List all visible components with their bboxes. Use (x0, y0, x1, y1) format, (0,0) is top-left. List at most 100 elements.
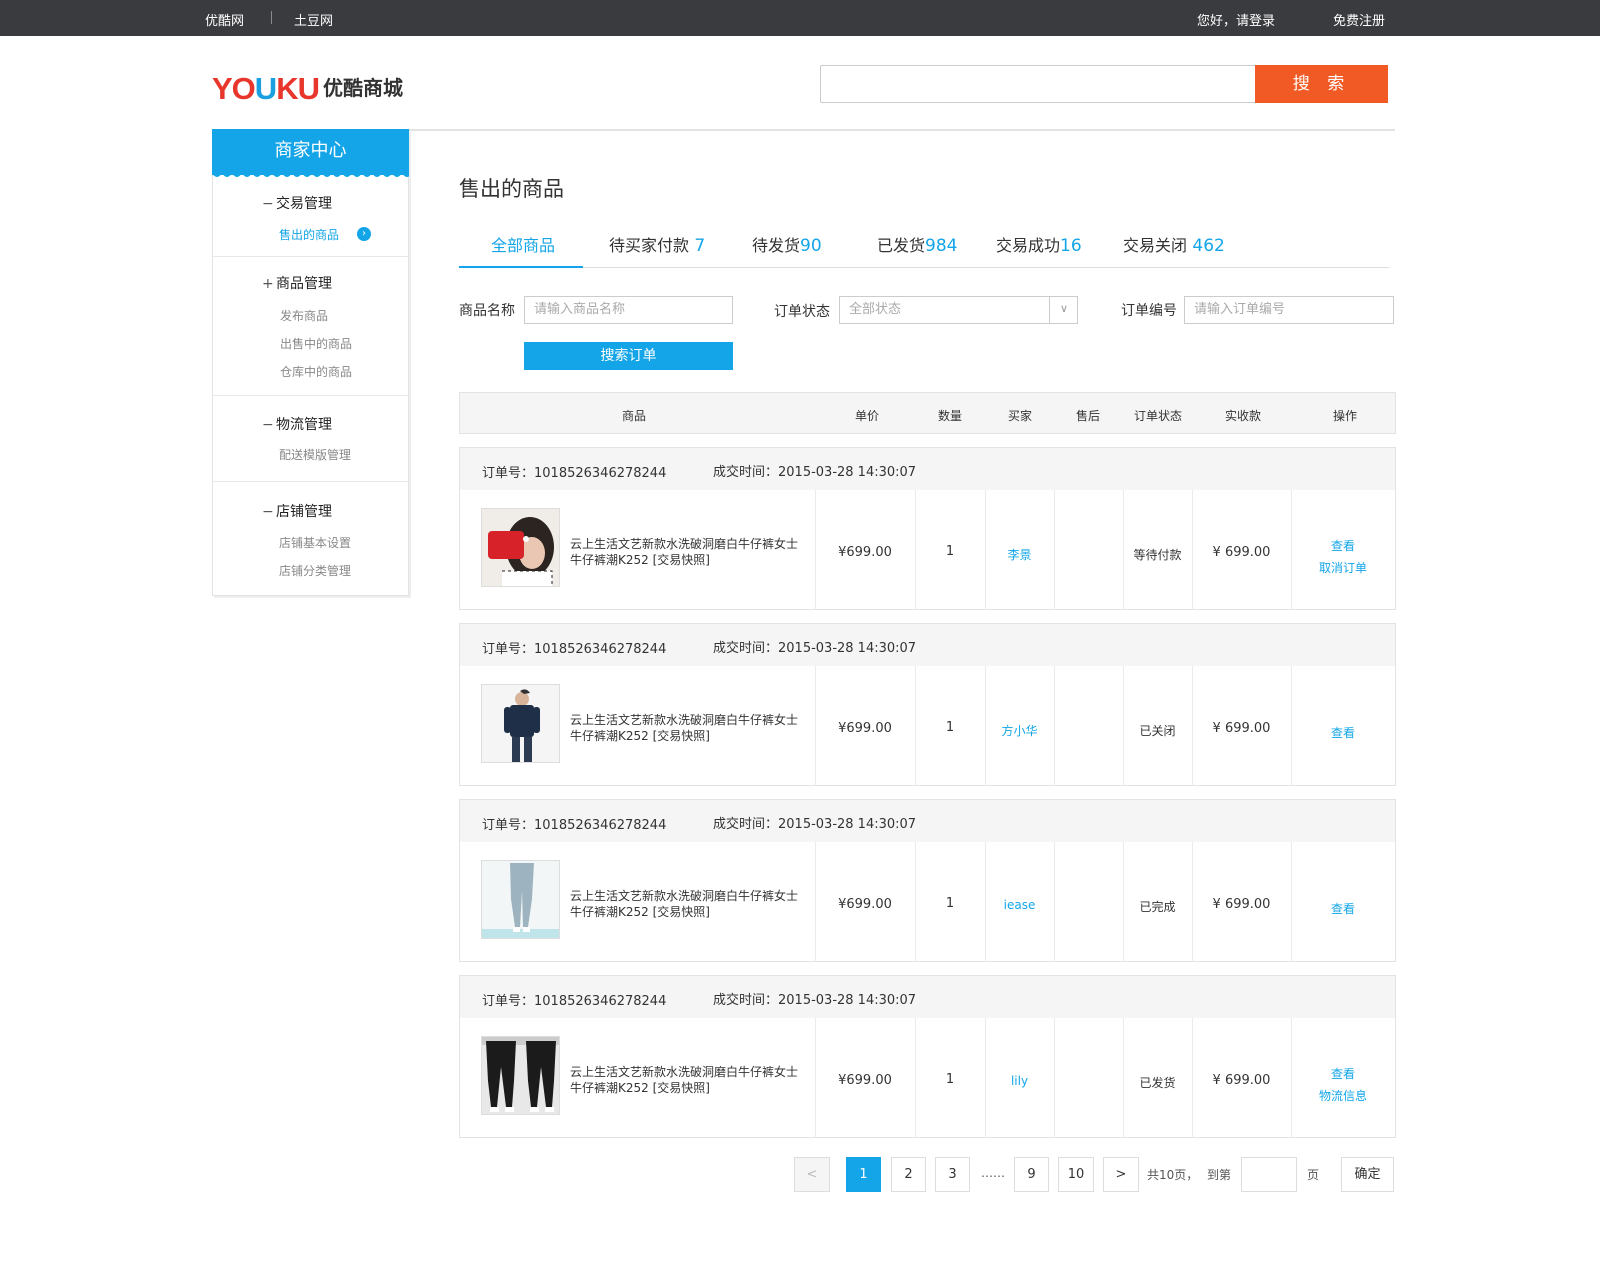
register-link[interactable]: 免费注册 (1333, 10, 1385, 29)
tab-awaiting-payment[interactable]: 待买家付款 7 (609, 232, 705, 256)
buyer-link[interactable]: lily (985, 1074, 1054, 1088)
tab-shipped[interactable]: 已发货984 (877, 232, 957, 256)
order-time: 成交时间：2015-03-28 14:30:07 (713, 641, 917, 656)
order-status: 已完成 (1139, 900, 1176, 914)
active-tab-indicator (459, 266, 583, 268)
merchant-center-header: 商家中心 (212, 129, 409, 177)
product-name-link[interactable]: 云上生活文艺新款水洗破洞磨白牛仔裤女士牛仔裤潮K252 [交易快照] (570, 536, 806, 568)
column-divider (1054, 490, 1055, 610)
sidebar-item-warehouse[interactable]: 仓库中的商品 (280, 363, 352, 380)
sidebar-item-sold-goods[interactable]: 售出的商品 (279, 226, 339, 243)
column-header: 订单状态 (1134, 409, 1183, 423)
header-divider (408, 129, 1395, 131)
sidebar-group-goods[interactable]: + 商品管理 (262, 273, 332, 293)
column-header: 操作 (1333, 409, 1358, 423)
youku-mall-logo[interactable]: YOUKU 优酷商城 (212, 64, 403, 104)
chevron-down-icon[interactable]: ∨ (1049, 296, 1078, 324)
page-2-button[interactable]: 2 (891, 1157, 926, 1192)
wave-border-icon (212, 173, 409, 177)
sidebar-divider (213, 395, 408, 396)
collapse-icon: − (262, 417, 274, 433)
product-name-link[interactable]: 云上生活文艺新款水洗破洞磨白牛仔裤女士牛仔裤潮K252 [交易快照] (570, 1064, 806, 1096)
view-order-link[interactable]: 查看 (1291, 898, 1395, 920)
sidebar-group-trade[interactable]: − 交易管理 (262, 193, 332, 213)
tudou-site-link[interactable]: 土豆网 (294, 10, 333, 29)
search-input[interactable] (820, 65, 1256, 103)
order-number-input[interactable]: 请输入订单编号 (1184, 296, 1394, 324)
total-pages-text: 共10页， (1147, 1168, 1199, 1182)
goto-page-input[interactable] (1241, 1157, 1297, 1192)
tab-closed[interactable]: 交易关闭 462 (1123, 232, 1225, 256)
order-status-label: 订单状态 (774, 304, 830, 320)
column-header: 单价 (855, 409, 880, 423)
logistics-info-link[interactable]: 物流信息 (1291, 1085, 1395, 1107)
search-button[interactable]: 搜 索 (1255, 65, 1388, 103)
sidebar-item-publish[interactable]: 发布商品 (280, 307, 328, 324)
sidebar-item-on-sale[interactable]: 出售中的商品 (280, 335, 352, 352)
product-thumbnail[interactable] (481, 508, 560, 587)
search-orders-button[interactable]: 搜索订单 (524, 342, 733, 370)
product-thumbnail[interactable] (481, 1036, 560, 1115)
sidebar-item-delivery-template[interactable]: 配送模版管理 (279, 446, 351, 463)
sidebar-item-shop-settings[interactable]: 店铺基本设置 (279, 534, 351, 551)
tab-all[interactable]: 全部商品 (491, 232, 555, 256)
product-thumbnail[interactable] (481, 684, 560, 763)
order-number: 订单号：1018526346278244 (482, 642, 667, 657)
order-status: 已关闭 (1139, 724, 1176, 738)
order-number: 订单号：1018526346278244 (482, 466, 667, 481)
view-order-link[interactable]: 查看 (1291, 535, 1395, 557)
sidebar-group-logistics[interactable]: − 物流管理 (262, 414, 332, 434)
quantity: 1 (945, 1072, 955, 1087)
product-name-link[interactable]: 云上生活文艺新款水洗破洞磨白牛仔裤女士牛仔裤潮K252 [交易快照] (570, 888, 806, 920)
tab-awaiting-shipment[interactable]: 待发货90 (752, 232, 822, 256)
order-block: 订单号：1018526346278244 成交时间：2015-03-28 14:3… (459, 975, 1396, 1138)
login-link[interactable]: 您好，请登录 (1197, 10, 1275, 29)
table-header: 商品 单价 数量 买家 售后 订单状态 实收款 操作 (459, 392, 1396, 434)
next-page-button[interactable]: > (1103, 1157, 1139, 1192)
order-header: 订单号：1018526346278244 成交时间：2015-03-28 14:3… (460, 624, 1395, 666)
pagination-ellipsis: …… (981, 1166, 1005, 1180)
paid-amount: ¥ 699.00 (1212, 1073, 1271, 1088)
unit-price: ¥699.00 (838, 1073, 892, 1088)
order-time: 成交时间：2015-03-28 14:30:07 (713, 817, 917, 832)
page-unit-label: 页 (1307, 1168, 1320, 1182)
sidebar-group-shop[interactable]: − 店铺管理 (262, 501, 332, 521)
order-status-select[interactable]: 全部状态 (839, 296, 1078, 324)
order-block: 订单号：1018526346278244 成交时间：2015-03-28 14:3… (459, 623, 1396, 786)
prev-page-button[interactable]: < (794, 1157, 830, 1192)
order-header: 订单号：1018526346278244 成交时间：2015-03-28 14:3… (460, 800, 1395, 842)
view-order-link[interactable]: 查看 (1291, 722, 1395, 744)
page-9-button[interactable]: 9 (1014, 1157, 1049, 1192)
youku-site-link[interactable]: 优酷网 (205, 10, 244, 29)
buyer-link[interactable]: 方小华 (985, 722, 1054, 739)
goto-label: 到第 (1207, 1168, 1232, 1182)
quantity: 1 (945, 544, 955, 559)
sidebar-item-shop-categories[interactable]: 店铺分类管理 (279, 562, 351, 579)
order-header: 订单号：1018526346278244 成交时间：2015-03-28 14:3… (460, 976, 1395, 1018)
unit-price: ¥699.00 (838, 897, 892, 912)
order-time: 成交时间：2015-03-28 14:30:07 (713, 993, 917, 1008)
page-10-button[interactable]: 10 (1058, 1157, 1094, 1192)
page-3-button[interactable]: 3 (935, 1157, 970, 1192)
confirm-page-button[interactable]: 确定 (1341, 1157, 1394, 1192)
collapse-icon: − (262, 196, 274, 212)
page-1-button[interactable]: 1 (846, 1157, 881, 1192)
product-name-link[interactable]: 云上生活文艺新款水洗破洞磨白牛仔裤女士牛仔裤潮K252 [交易快照] (570, 712, 806, 744)
paid-amount: ¥ 699.00 (1212, 897, 1271, 912)
order-header: 订单号：1018526346278244 成交时间：2015-03-28 14:3… (460, 448, 1395, 490)
buyer-link[interactable]: 李景 (985, 546, 1054, 563)
order-status: 等待付款 (1133, 548, 1182, 562)
cancel-order-link[interactable]: 取消订单 (1291, 557, 1395, 579)
product-name-input[interactable]: 请输入商品名称 (524, 296, 733, 324)
page-title: 售出的商品 (459, 177, 564, 201)
product-thumbnail[interactable] (481, 860, 560, 939)
column-divider (1054, 842, 1055, 962)
sidebar-divider (213, 256, 408, 257)
view-order-link[interactable]: 查看 (1291, 1063, 1395, 1085)
chevron-right-icon: › (357, 227, 371, 241)
order-actions: 查看 取消订单 (1291, 535, 1395, 579)
buyer-link[interactable]: iease (985, 898, 1054, 912)
top-bar-divider (271, 11, 272, 24)
tab-completed[interactable]: 交易成功16 (996, 232, 1082, 256)
order-time: 成交时间：2015-03-28 14:30:07 (713, 465, 917, 480)
